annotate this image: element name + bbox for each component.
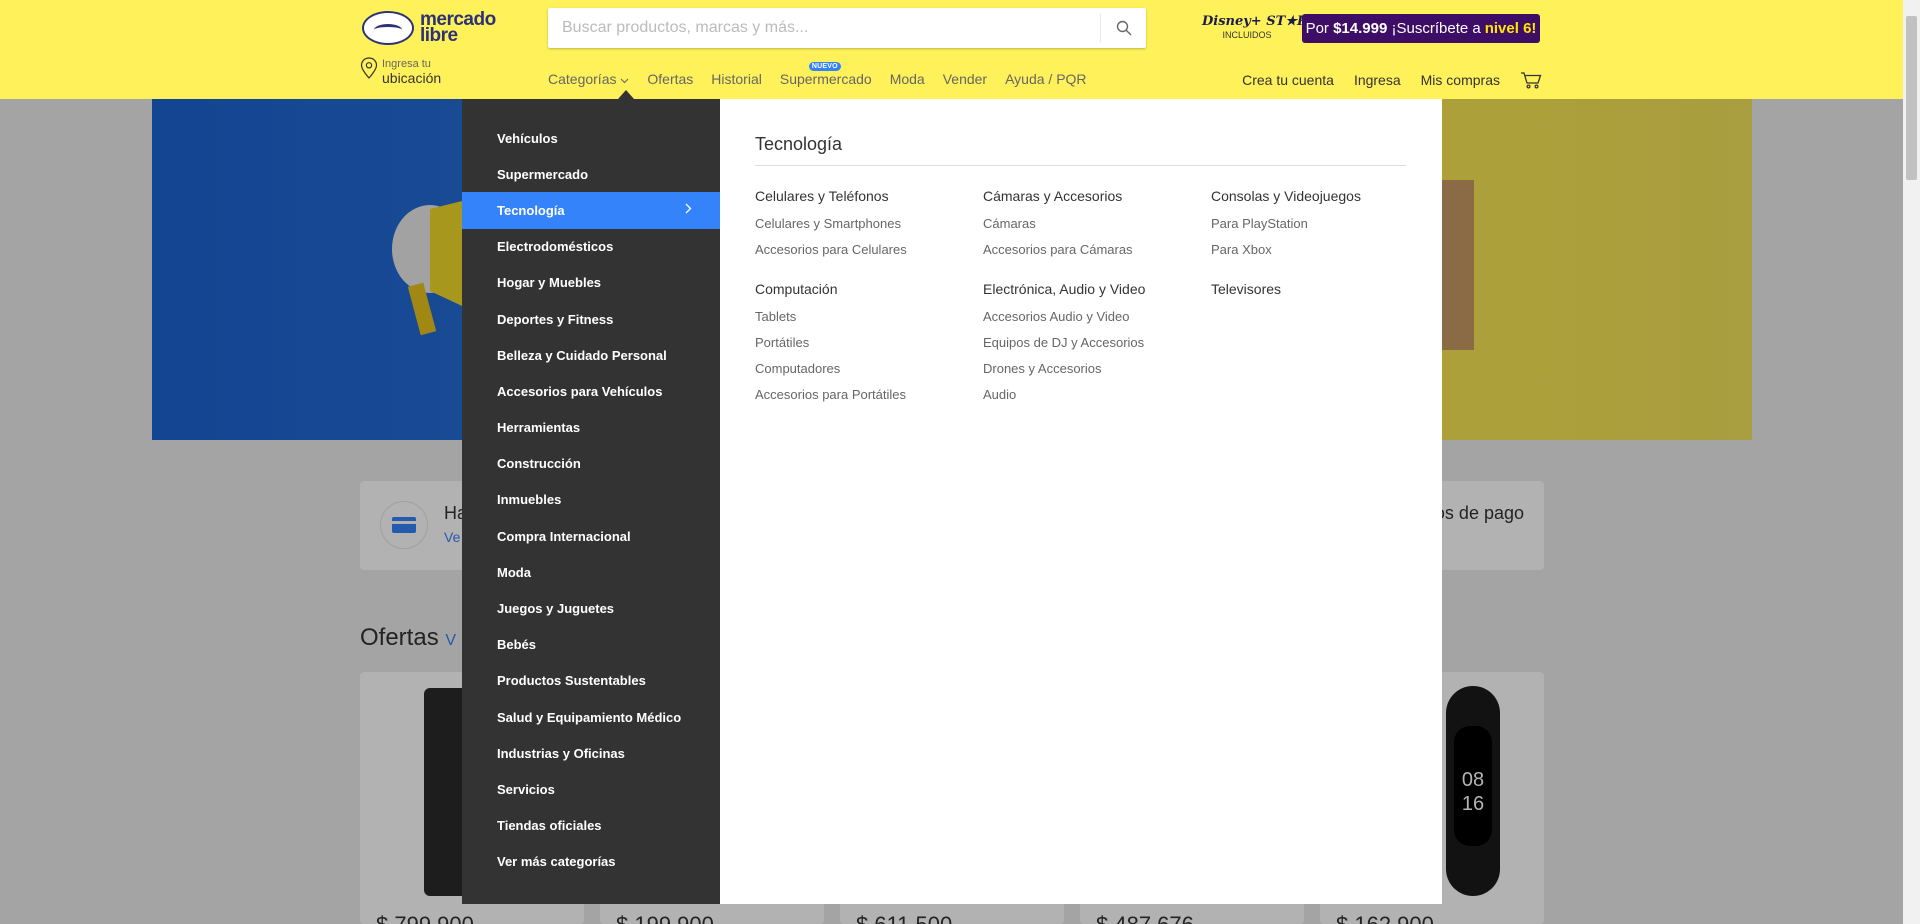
category-productos-sustentables[interactable]: Productos Sustentables: [462, 663, 720, 699]
subcategory-group-title[interactable]: Celulares y Teléfonos: [755, 188, 983, 204]
location-label-small: Ingresa tu: [382, 58, 431, 70]
account-nav: Crea tu cuenta Ingresa Mis compras: [1242, 71, 1542, 89]
disney-logos: Disney+ ST★R+: [1202, 14, 1319, 29]
page-scrollbar[interactable]: [1903, 0, 1920, 924]
category-bebes[interactable]: Bebés: [462, 627, 720, 663]
subcategory-link[interactable]: Accesorios para Celulares: [755, 237, 983, 263]
subcategory-link[interactable]: Cámaras: [983, 211, 1211, 237]
location-label: ubicación: [382, 70, 442, 86]
subcategory-link[interactable]: Portátiles: [755, 330, 983, 356]
subcategory-link[interactable]: Audio: [983, 382, 1211, 408]
subcategories-title[interactable]: Tecnología: [755, 134, 1406, 166]
nav-supermercado[interactable]: NUEVO Supermercado: [780, 62, 872, 87]
category-ver-mas[interactable]: Ver más categorías: [462, 844, 720, 880]
main-nav: Categorías Ofertas Historial NUEVO Superm…: [548, 62, 1105, 87]
login-link[interactable]: Ingresa: [1354, 72, 1401, 88]
my-purchases-link[interactable]: Mis compras: [1421, 72, 1500, 88]
category-vehiculos[interactable]: Vehículos: [462, 120, 720, 156]
category-accesorios-vehiculos[interactable]: Accesorios para Vehículos: [462, 373, 720, 409]
search-bar: [548, 8, 1146, 48]
chevron-down-icon: [620, 78, 629, 84]
subcategory-group: Electrónica, Audio y Video Accesorios Au…: [983, 281, 1211, 408]
location-selector[interactable]: Ingresa tu ubicación: [360, 57, 441, 89]
categories-menu: Vehículos Supermercado Tecnología Electr…: [462, 99, 720, 904]
subcategory-link[interactable]: Drones y Accesorios: [983, 356, 1211, 382]
subcategory-group: Celulares y Teléfonos Celulares y Smartp…: [755, 188, 983, 263]
category-supermercado[interactable]: Supermercado: [462, 156, 720, 192]
subcategory-group: Cámaras y Accesorios Cámaras Accesorios …: [983, 188, 1211, 263]
nav-ayuda[interactable]: Ayuda / PQR: [1005, 71, 1086, 87]
mercado-libre-logo[interactable]: mercado libre: [362, 10, 496, 46]
category-herramientas[interactable]: Herramientas: [462, 410, 720, 446]
subcategory-link[interactable]: Accesorios para Cámaras: [983, 237, 1211, 263]
subcategory-link[interactable]: Accesorios para Portátiles: [755, 382, 983, 408]
handshake-icon: [362, 11, 414, 45]
subscription-banner[interactable]: Por $14.999 ¡Suscríbete a nivel 6!: [1302, 14, 1540, 43]
search-input[interactable]: [548, 8, 1100, 48]
menu-caret: [618, 90, 634, 99]
category-deportes-fitness[interactable]: Deportes y Fitness: [462, 301, 720, 337]
subcategory-group-title[interactable]: Cámaras y Accesorios: [983, 188, 1211, 204]
category-tiendas-oficiales[interactable]: Tiendas oficiales: [462, 808, 720, 844]
nav-historial[interactable]: Historial: [711, 71, 762, 87]
category-tecnologia[interactable]: Tecnología: [462, 192, 720, 229]
category-compra-internacional[interactable]: Compra Internacional: [462, 518, 720, 554]
create-account-link[interactable]: Crea tu cuenta: [1242, 72, 1334, 88]
subcategory-link[interactable]: Accesorios Audio y Video: [983, 304, 1211, 330]
location-pin-icon: [360, 57, 378, 79]
nav-categorias[interactable]: Categorías: [548, 71, 629, 87]
subcategory-group-title[interactable]: Televisores: [1211, 281, 1411, 297]
nav-vender[interactable]: Vender: [943, 71, 987, 87]
subcategory-group: Computación Tablets Portátiles Computado…: [755, 281, 983, 408]
subcategory-group-title[interactable]: Electrónica, Audio y Video: [983, 281, 1211, 297]
category-industrias-oficinas[interactable]: Industrias y Oficinas: [462, 735, 720, 771]
promo-middle: ¡Suscríbete a: [1391, 20, 1481, 37]
subcategory-link[interactable]: Equipos de DJ y Accesorios: [983, 330, 1211, 356]
category-inmuebles[interactable]: Inmuebles: [462, 482, 720, 518]
subcategories-panel: Tecnología Celulares y Teléfonos Celular…: [720, 99, 1442, 904]
header: mercado libre Disney+ ST★R+ INCLUIDOS Po…: [0, 0, 1920, 99]
scrollbar-thumb[interactable]: [1906, 16, 1917, 180]
subcategory-group-title[interactable]: Computación: [755, 281, 983, 297]
nav-moda[interactable]: Moda: [890, 71, 925, 87]
subcategory-group: Consolas y Videojuegos Para PlayStation …: [1211, 188, 1411, 263]
category-belleza[interactable]: Belleza y Cuidado Personal: [462, 337, 720, 373]
subcategory-group: Televisores: [1211, 281, 1411, 408]
category-moda[interactable]: Moda: [462, 554, 720, 590]
subcategory-link[interactable]: Para Xbox: [1211, 237, 1411, 263]
subcategory-link[interactable]: Para PlayStation: [1211, 211, 1411, 237]
chevron-right-icon: [685, 203, 692, 214]
subcategory-link[interactable]: Celulares y Smartphones: [755, 211, 983, 237]
category-salud[interactable]: Salud y Equipamiento Médico: [462, 699, 720, 735]
disney-sub: INCLUIDOS: [1222, 30, 1272, 40]
disney-star-plus-promo[interactable]: Disney+ ST★R+ INCLUIDOS: [1202, 14, 1319, 48]
logo-text-line2: libre: [420, 25, 458, 46]
subcategories-grid: Celulares y Teléfonos Celulares y Smartp…: [755, 188, 1406, 408]
subcategory-link[interactable]: Tablets: [755, 304, 983, 330]
promo-level: nivel 6!: [1484, 20, 1537, 37]
category-servicios[interactable]: Servicios: [462, 771, 720, 807]
category-electrodomesticos[interactable]: Electrodomésticos: [462, 229, 720, 265]
search-icon: [1116, 20, 1131, 36]
category-juegos-juguetes[interactable]: Juegos y Juguetes: [462, 590, 720, 626]
category-construccion[interactable]: Construcción: [462, 446, 720, 482]
promo-prefix: Por: [1305, 20, 1329, 37]
subcategory-group-title[interactable]: Consolas y Videojuegos: [1211, 188, 1411, 204]
subcategory-link[interactable]: Computadores: [755, 356, 983, 382]
category-hogar-muebles[interactable]: Hogar y Muebles: [462, 265, 720, 301]
new-badge: NUEVO: [808, 62, 841, 71]
search-button[interactable]: [1100, 14, 1146, 42]
promo-price: $14.999: [1333, 20, 1388, 37]
nav-ofertas[interactable]: Ofertas: [647, 71, 693, 87]
cart-icon[interactable]: [1520, 71, 1542, 89]
